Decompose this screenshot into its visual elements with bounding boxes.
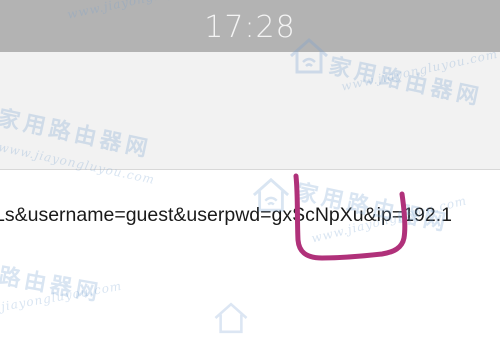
url-query-text[interactable]: Ls&username=guest&userpwd=gxScNpXu&ip=19…: [0, 204, 452, 227]
phone-screen: 17:28 Ls&username=guest&userpwd=gxScNpXu…: [0, 0, 500, 338]
status-bar: 17:28: [0, 0, 500, 52]
page-content: [0, 170, 500, 338]
browser-toolbar: [0, 52, 500, 170]
status-time: 17:28: [204, 9, 296, 45]
